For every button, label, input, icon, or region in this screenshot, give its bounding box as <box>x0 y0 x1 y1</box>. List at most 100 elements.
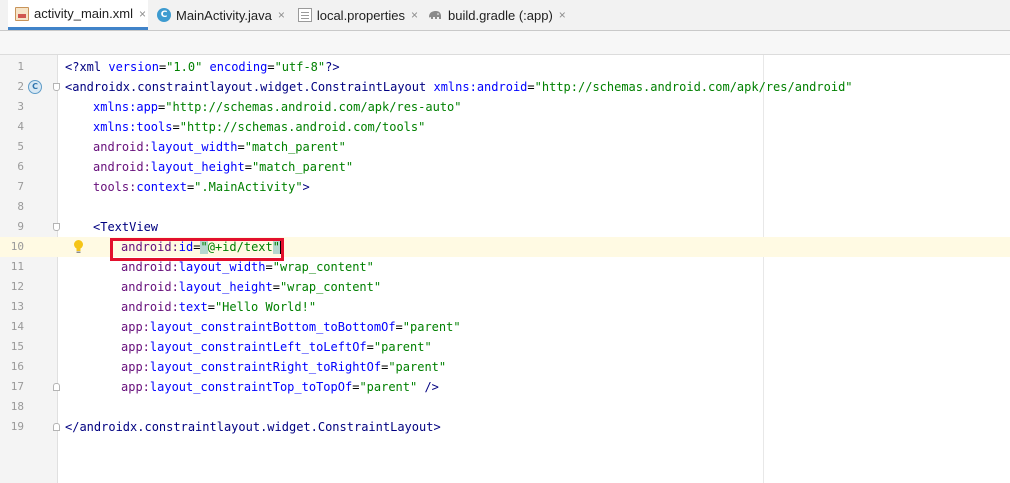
attr-name: id <box>178 240 194 254</box>
code-line-12[interactable]: 12 android:layout_height="wrap_content" <box>0 277 1010 297</box>
line-code[interactable]: app:layout_constraintBottom_toBottomOf="… <box>121 317 461 337</box>
tab-label: local.properties <box>316 7 405 23</box>
attr-value: "parent" <box>359 380 418 394</box>
attr-value: "utf-8" <box>274 60 326 74</box>
code-line-13[interactable]: 13 android:text="Hello World!" <box>0 297 1010 317</box>
code-line-1[interactable]: 1 <?xml version="1.0" encoding="utf-8"?> <box>0 57 1010 77</box>
attr-name: android <box>476 80 528 94</box>
code-line-10-current[interactable]: 10 android:id="@+id/text" <box>0 237 1010 257</box>
line-code[interactable]: xmlns:app="http://schemas.android.com/ap… <box>93 97 462 117</box>
tab-label: activity_main.xml <box>34 6 133 21</box>
line-code[interactable]: android:id="@+id/text" <box>121 237 281 257</box>
code-line-11[interactable]: 11 android:layout_width="wrap_content" <box>0 257 1010 277</box>
attr-name: layout_height <box>178 280 273 294</box>
code-line-4[interactable]: 4 xmlns:tools="http://schemas.android.co… <box>0 117 1010 137</box>
related-class-gutter-icon[interactable]: C <box>28 80 42 94</box>
attr-prefix: android: <box>93 160 151 174</box>
attr-prefix: app: <box>121 380 150 394</box>
close-tab-icon[interactable]: × <box>411 9 418 21</box>
attr-prefix: android: <box>93 140 151 154</box>
line-code[interactable]: android:layout_height="match_parent" <box>93 157 353 177</box>
attr-prefix: tools: <box>93 180 137 194</box>
line-code[interactable]: app:layout_constraintTop_toTopOf="parent… <box>121 377 439 397</box>
equals-sign: = <box>395 320 403 334</box>
lightbulb-icon[interactable] <box>73 239 84 255</box>
attr-name: layout_constraintTop_toTopOf <box>149 380 353 394</box>
code-line-6[interactable]: 6 android:layout_height="match_parent" <box>0 157 1010 177</box>
line-number: 5 <box>17 140 24 153</box>
attr-value: "1.0" <box>166 60 203 74</box>
line-number: 15 <box>10 340 24 353</box>
attr-name: layout_width <box>178 260 266 274</box>
line-code[interactable]: app:layout_constraintLeft_toLeftOf="pare… <box>121 337 432 357</box>
gradle-elephant-icon <box>427 8 443 22</box>
attr-value-quote-open: " <box>200 240 208 254</box>
attr-prefix: android: <box>121 260 179 274</box>
tab-activity-main-xml[interactable]: activity_main.xml × <box>8 0 148 30</box>
close-tab-icon[interactable]: × <box>559 9 566 21</box>
code-line-3[interactable]: 3 xmlns:app="http://schemas.android.com/… <box>0 97 1010 117</box>
equals-sign: = <box>265 260 273 274</box>
fold-close-icon[interactable] <box>53 383 60 391</box>
tab-local-properties[interactable]: local.properties × <box>292 0 418 30</box>
equals-sign: = <box>207 300 215 314</box>
line-code[interactable]: android:layout_width="match_parent" <box>93 137 346 157</box>
tag-self-close: /> <box>417 380 439 394</box>
code-line-9[interactable]: 9 <TextView <box>0 217 1010 237</box>
xml-declaration-close: ?> <box>325 60 340 74</box>
line-number: 12 <box>10 280 24 293</box>
attr-value: "match_parent" <box>244 140 346 154</box>
code-line-8[interactable]: 8 <box>0 197 1010 217</box>
attr-value: "parent" <box>373 340 432 354</box>
attr-name: layout_constraintLeft_toLeftOf <box>149 340 367 354</box>
line-code[interactable]: android:text="Hello World!" <box>121 297 316 317</box>
tab-main-activity-java[interactable]: C MainActivity.java × <box>151 0 288 30</box>
equals-sign: = <box>237 140 245 154</box>
attr-prefix: android: <box>121 300 179 314</box>
line-code[interactable]: android:layout_height="wrap_content" <box>121 277 381 297</box>
line-code[interactable]: tools:context=".MainActivity"> <box>93 177 310 197</box>
line-code[interactable]: app:layout_constraintRight_toRightOf="pa… <box>121 357 446 377</box>
tab-build-gradle-app[interactable]: build.gradle (:app) × <box>421 0 566 30</box>
line-number: 1 <box>17 60 24 73</box>
code-line-19[interactable]: 19 </androidx.constraintlayout.widget.Co… <box>0 417 1010 437</box>
attr-value: "wrap_content" <box>279 280 382 294</box>
code-line-5[interactable]: 5 android:layout_width="match_parent" <box>0 137 1010 157</box>
code-line-16[interactable]: 16 app:layout_constraintRight_toRightOf=… <box>0 357 1010 377</box>
code-line-14[interactable]: 14 app:layout_constraintBottom_toBottomO… <box>0 317 1010 337</box>
code-line-17[interactable]: 17 app:layout_constraintTop_toTopOf="par… <box>0 377 1010 397</box>
attr-value: "parent" <box>402 320 461 334</box>
line-number: 13 <box>10 300 24 313</box>
code-line-2[interactable]: 2 C <androidx.constraintlayout.widget.Co… <box>0 77 1010 97</box>
equals-sign: = <box>267 60 275 74</box>
xml-layout-icon <box>15 6 29 21</box>
xml-tag: <androidx.constraintlayout.widget.Constr… <box>65 80 434 94</box>
line-number: 2 <box>17 80 24 93</box>
fold-open-icon[interactable] <box>53 83 60 91</box>
equals-sign: = <box>272 280 280 294</box>
equals-sign: = <box>366 340 374 354</box>
line-code[interactable]: <androidx.constraintlayout.widget.Constr… <box>65 77 853 97</box>
editor-tab-bar: activity_main.xml × C MainActivity.java … <box>0 0 1010 31</box>
xml-tag: <TextView <box>93 220 159 234</box>
line-number: 17 <box>10 380 24 393</box>
line-number: 19 <box>10 420 24 433</box>
code-line-15[interactable]: 15 app:layout_constraintLeft_toLeftOf="p… <box>0 337 1010 357</box>
line-code[interactable]: android:layout_width="wrap_content" <box>121 257 374 277</box>
attr-prefix: android: <box>121 240 179 254</box>
fold-close-icon[interactable] <box>53 423 60 431</box>
close-tab-icon[interactable]: × <box>139 8 146 20</box>
fold-open-icon[interactable] <box>53 223 60 231</box>
attr-value-quote-close: " <box>272 240 280 254</box>
line-code[interactable]: <TextView <box>93 217 158 237</box>
tab-label: MainActivity.java <box>176 7 272 23</box>
line-code[interactable]: <?xml version="1.0" encoding="utf-8"?> <box>65 57 340 77</box>
line-code[interactable]: </androidx.constraintlayout.widget.Const… <box>65 417 441 437</box>
code-line-7[interactable]: 7 tools:context=".MainActivity"> <box>0 177 1010 197</box>
close-tab-icon[interactable]: × <box>278 9 285 21</box>
attr-name: app <box>136 100 159 114</box>
line-code[interactable]: xmlns:tools="http://schemas.android.com/… <box>93 117 425 137</box>
attr-value: "wrap_content" <box>272 260 374 274</box>
code-editor[interactable]: 1 <?xml version="1.0" encoding="utf-8"?>… <box>0 55 1010 483</box>
code-line-18[interactable]: 18 <box>0 397 1010 417</box>
